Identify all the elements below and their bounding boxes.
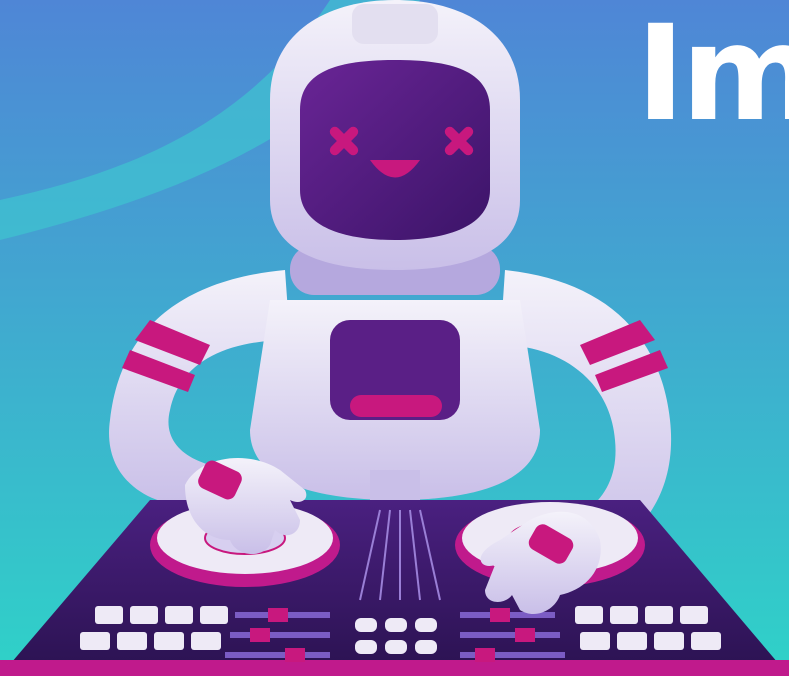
dj-deck-edge (0, 660, 789, 676)
left-sliders (225, 608, 330, 662)
headline-text: Im (636, 0, 789, 151)
right-sliders (460, 608, 565, 662)
chest-light (350, 395, 442, 417)
helmet-top (352, 4, 438, 44)
